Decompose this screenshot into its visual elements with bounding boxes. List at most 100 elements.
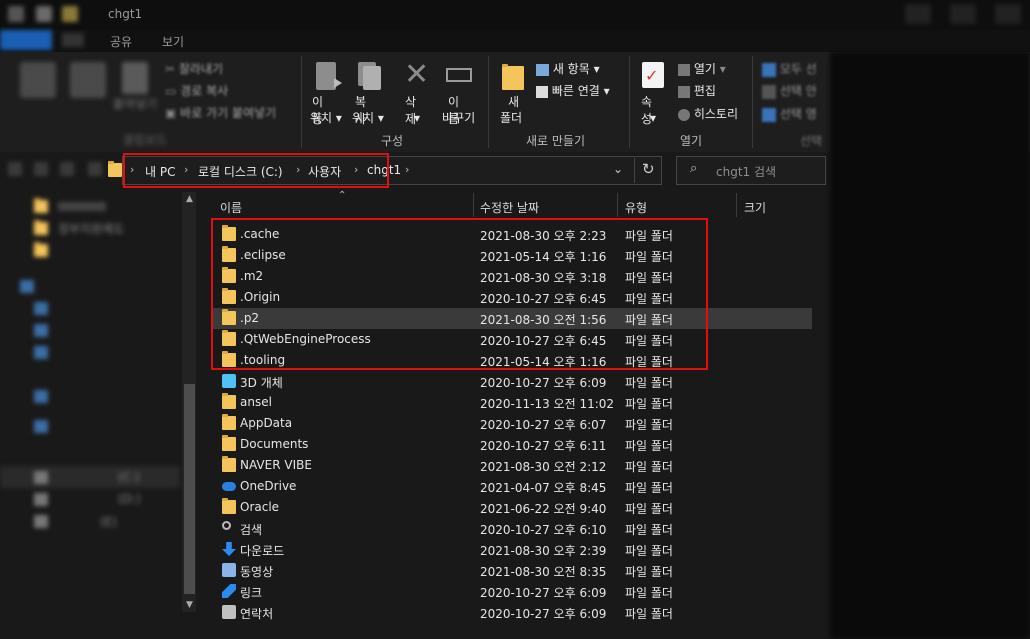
cloud-icon[interactable]: [20, 280, 34, 293]
drive-icon[interactable]: [34, 302, 48, 315]
select-none-button[interactable]: 선택 안: [762, 82, 817, 99]
invert-selection-button[interactable]: 선택 영: [762, 105, 817, 122]
file-name: NAVER VIBE: [240, 458, 312, 472]
file-name: OneDrive: [240, 479, 297, 493]
open-icon: [678, 63, 690, 76]
minimize-button[interactable]: [905, 4, 931, 24]
table-row[interactable]: ansel 2020-11-13 오전 11:02 파일 폴더: [212, 392, 812, 413]
file-type: 파일 폴더: [625, 418, 673, 432]
nav-selected-row[interactable]: [0, 466, 180, 488]
open-button[interactable]: 열기 ▾: [678, 60, 726, 77]
column-header-size[interactable]: 크기: [744, 199, 766, 216]
file-name: 링크: [240, 586, 263, 600]
file-name: 검색: [240, 523, 263, 537]
scroll-up-icon[interactable]: ▲: [186, 194, 193, 204]
tab-home[interactable]: [62, 33, 84, 47]
new-folder-label-2: 폴더: [500, 111, 523, 125]
quick-access-save-icon[interactable]: [36, 6, 52, 22]
easy-access-button[interactable]: 빠른 연결 ▾: [536, 82, 610, 99]
column-header-type[interactable]: 유형: [625, 199, 647, 216]
table-row[interactable]: 다운로드 2021-08-30 오후 2:39 파일 폴더: [212, 539, 812, 560]
folder-icon[interactable]: [34, 198, 48, 213]
file-modified-date: 2021-06-22 오전 9:40: [480, 502, 607, 516]
select-all-button[interactable]: 모두 선: [762, 60, 817, 77]
file-modified-date: 2021-04-07 오후 8:45: [480, 481, 607, 495]
back-arrow-icon[interactable]: [8, 162, 22, 176]
file-type: 파일 폴더: [625, 523, 673, 537]
drive-icon[interactable]: [34, 420, 48, 433]
drive-icon[interactable]: [34, 390, 48, 403]
drive-icon[interactable]: [34, 324, 48, 337]
paste-shortcut-button[interactable]: ▣ 바로 가기 붙여넣기: [165, 104, 276, 121]
file-name: Documents: [240, 437, 309, 451]
table-row[interactable]: OneDrive 2021-04-07 오후 8:45 파일 폴더: [212, 476, 812, 497]
drive-icon[interactable]: [34, 346, 48, 359]
chevron-right-icon[interactable]: ›: [405, 163, 409, 176]
column-header-name[interactable]: 이름: [220, 199, 242, 216]
nav-item-e-drive[interactable]: (E): [100, 515, 117, 529]
nav-scrollbar-thumb[interactable]: [184, 384, 195, 594]
edit-label: 편집: [693, 84, 716, 98]
column-header-date[interactable]: 수정한 날짜: [480, 199, 539, 216]
tab-file[interactable]: [0, 30, 52, 50]
tab-share[interactable]: 공유: [110, 33, 132, 50]
folder-icon[interactable]: [34, 220, 48, 235]
address-dropdown-icon[interactable]: ⌄: [613, 162, 623, 176]
paste-icon[interactable]: [122, 62, 148, 94]
refresh-icon[interactable]: ↻: [642, 160, 655, 178]
up-arrow-icon[interactable]: [88, 162, 102, 176]
table-row[interactable]: AppData 2020-10-27 오후 6:07 파일 폴더: [212, 413, 812, 434]
folder-icon[interactable]: [34, 242, 48, 257]
recent-locations-icon[interactable]: [60, 162, 74, 176]
copy-icon[interactable]: [70, 62, 106, 98]
new-item-button[interactable]: 새 항목 ▾: [536, 60, 600, 77]
clipboard-group-label: 클립보드: [123, 133, 168, 147]
arrow-right-icon: [334, 78, 342, 88]
edit-button[interactable]: 편집: [678, 82, 716, 99]
file-type: 파일 폴더: [625, 481, 673, 495]
column-separator[interactable]: [473, 193, 474, 217]
rename-label-2: 바꾸기: [442, 111, 476, 125]
cut-label: 잘라내기: [178, 62, 224, 76]
drive-icon[interactable]: [34, 515, 48, 528]
paste-label[interactable]: 붙여넣기: [113, 96, 157, 113]
file-modified-date: 2020-10-27 오후 6:11: [480, 439, 607, 453]
drive-icon[interactable]: [34, 493, 48, 506]
nav-item-d-drive[interactable]: (D:): [118, 492, 141, 506]
file-name: ansel: [240, 395, 272, 409]
files-highlight-box: [211, 218, 708, 370]
checkmark-icon: ✓: [645, 66, 659, 85]
table-row[interactable]: Oracle 2021-06-22 오전 9:40 파일 폴더: [212, 497, 812, 518]
column-separator[interactable]: [617, 193, 618, 217]
file-type: 파일 폴더: [625, 607, 673, 621]
close-button[interactable]: [995, 4, 1021, 24]
history-label: 히스토리: [693, 107, 738, 121]
tab-view[interactable]: 보기: [162, 33, 184, 50]
onedrive-icon: [222, 482, 236, 491]
file-modified-date: 2020-10-27 오후 6:07: [480, 418, 607, 432]
nav-item-support[interactable]: 정부지원제도: [58, 220, 124, 237]
select-all-label: 모두 선: [779, 62, 817, 76]
table-row[interactable]: 링크 2020-10-27 오후 6:09 파일 폴더: [212, 581, 812, 602]
table-row[interactable]: Documents 2020-10-27 오후 6:11 파일 폴더: [212, 434, 812, 455]
nav-item-placeholder[interactable]: [58, 202, 106, 211]
table-row[interactable]: 검색 2020-10-27 오후 6:10 파일 폴더: [212, 518, 812, 539]
table-row[interactable]: 3D 개체 2020-10-27 오후 6:09 파일 폴더: [212, 371, 812, 392]
nav-item-c-drive[interactable]: (C:): [118, 470, 140, 484]
drive-icon[interactable]: [34, 471, 48, 484]
scroll-down-icon[interactable]: ▼: [186, 600, 193, 610]
maximize-button[interactable]: [950, 4, 976, 24]
history-button[interactable]: 히스토리: [678, 105, 738, 122]
file-type: 파일 폴더: [625, 376, 673, 390]
forward-arrow-icon[interactable]: [34, 162, 48, 176]
table-row[interactable]: 연락처 2020-10-27 오후 6:09 파일 폴더: [212, 602, 812, 623]
open-group-label: 열기: [680, 134, 703, 148]
copy-path-button[interactable]: ▭ 경로 복사: [165, 82, 228, 99]
table-row[interactable]: NAVER VIBE 2021-08-30 오전 2:12 파일 폴더: [212, 455, 812, 476]
search-placeholder[interactable]: chgt1 검색: [716, 163, 776, 180]
column-separator[interactable]: [736, 193, 737, 217]
cut-button[interactable]: ✂ 잘라내기: [165, 60, 223, 77]
table-row[interactable]: 동영상 2021-08-30 오전 8:35 파일 폴더: [212, 560, 812, 581]
quick-access-folder-icon[interactable]: [62, 6, 78, 22]
pin-icon[interactable]: [20, 62, 56, 98]
